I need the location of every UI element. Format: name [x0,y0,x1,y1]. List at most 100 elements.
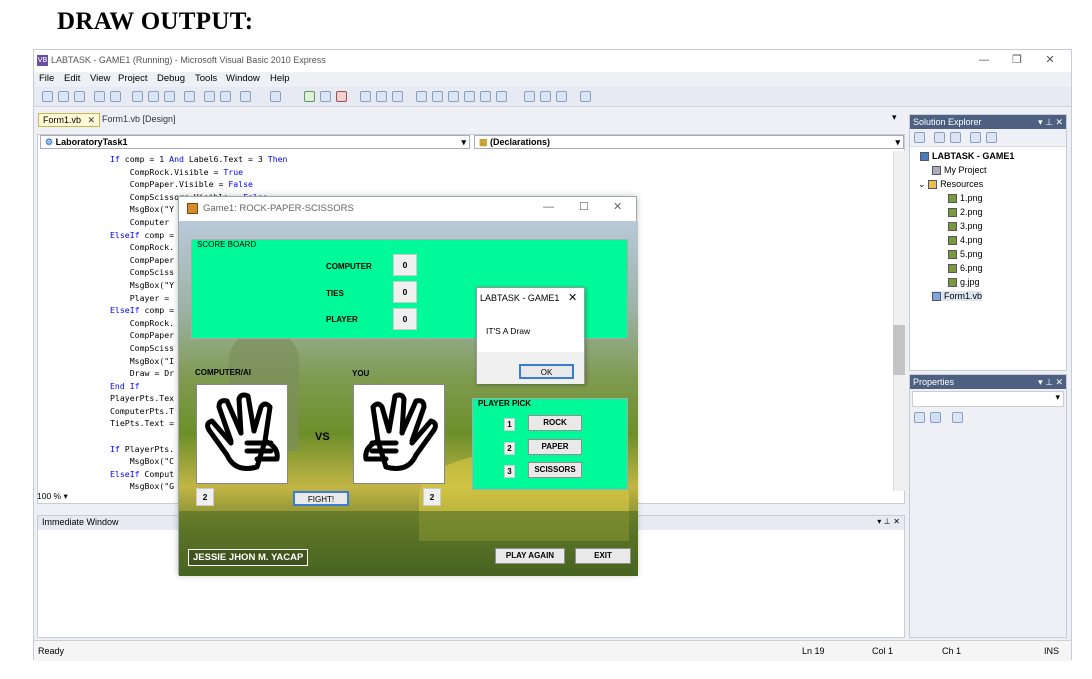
error-list-icon[interactable] [480,91,491,102]
tree-file-5png[interactable]: 5.png [948,249,983,260]
object-browser-icon[interactable] [448,91,459,102]
undo-icon[interactable] [240,91,251,102]
object-selector[interactable]: ▾ [912,391,1064,407]
fight-button[interactable]: FIGHT! [293,491,349,506]
find-icon[interactable] [184,91,195,102]
ok-button[interactable]: OK [519,364,574,379]
tab-close-icon[interactable]: ✕ [88,115,96,125]
view-designer-icon[interactable] [986,132,997,143]
solution-explorer: Solution Explorer ▾ ⊥ ✕ LABTASK - GAME1 … [909,114,1067,371]
tree-file-1png[interactable]: 1.png [948,193,983,204]
menu-debug[interactable]: Debug [157,73,185,84]
paste-icon[interactable] [164,91,175,102]
minimize-icon[interactable]: — [969,53,999,69]
add-item-icon[interactable] [74,91,85,102]
copy-icon[interactable] [148,91,159,102]
zoom-level[interactable]: 100 % ▾ [37,491,68,502]
save-all-icon[interactable] [110,91,121,102]
window-icon[interactable] [540,91,551,102]
solution-explorer-icon[interactable] [416,91,427,102]
tree-file-3png[interactable]: 3.png [948,221,983,232]
paper-hand-icon [363,392,438,471]
status-col: Col 1 [872,646,894,656]
categorized-icon[interactable] [914,412,925,423]
menu-view[interactable]: View [90,73,110,84]
close-icon[interactable]: ✕ [1035,53,1065,69]
output-icon[interactable] [496,91,507,102]
image-file-icon [948,264,957,274]
redo-icon[interactable] [270,91,281,102]
view-code-icon[interactable] [970,132,981,143]
minimize-icon[interactable]: — [543,201,554,213]
game-background: SCORE BOARD COMPUTER 0 TIES 0 PLAYER 0 C… [179,221,638,576]
close-icon[interactable]: ✕ [613,200,622,213]
cut-icon[interactable] [132,91,143,102]
menu-file[interactable]: File [39,73,54,84]
restore-icon[interactable]: ❐ [1002,53,1032,69]
chevron-down-icon: ⌄ [918,179,926,189]
alphabetical-icon[interactable] [930,412,941,423]
toolbar [34,87,1071,107]
player-hand-box [353,384,445,484]
menu-edit[interactable]: Edit [64,73,80,84]
tree-my-project[interactable]: My Project [932,165,987,176]
tab-form1-design[interactable]: Form1.vb [Design] [98,113,180,127]
properties-icon[interactable] [914,132,925,143]
ties-score: 0 [393,281,417,303]
tree-file-2png[interactable]: 2.png [948,207,983,218]
refresh-icon[interactable] [950,132,961,143]
panel-pin-icon[interactable]: ▾ ⊥ ✕ [877,517,900,526]
scrollbar-thumb[interactable] [893,325,905,375]
scoreboard-title: SCORE BOARD [197,240,257,249]
panel-pin-icon[interactable]: ▾ ⊥ ✕ [1038,117,1063,128]
open-icon[interactable] [58,91,69,102]
close-icon[interactable]: ✕ [568,291,577,304]
class-dropdown[interactable]: ⚙ LaboratoryTask1 ▾ [40,135,470,149]
navigate-icon[interactable] [524,91,535,102]
tab-form1-code[interactable]: Form1.vb ✕ [38,113,101,127]
rock-button[interactable]: ROCK [528,415,582,431]
exit-button[interactable]: EXIT [575,548,631,564]
step-out-icon[interactable] [392,91,403,102]
tab-dropdown-icon[interactable]: ▾ [892,113,897,123]
maximize-icon[interactable]: ☐ [579,200,589,213]
start-debug-icon[interactable] [304,91,315,102]
status-bar: Ready Ln 19 Col 1 Ch 1 INS [34,640,1071,661]
show-all-files-icon[interactable] [934,132,945,143]
scissors-button[interactable]: SCISSORS [528,462,582,478]
ground-shape [179,511,638,576]
break-icon[interactable] [320,91,331,102]
player-pick-title: PLAYER PICK [478,399,532,408]
tree-file-gjpg[interactable]: g.jpg [948,277,980,288]
immediate-icon[interactable] [556,91,567,102]
comment-icon[interactable] [204,91,215,102]
menu-window[interactable]: Window [226,73,260,84]
paper-button[interactable]: PAPER [528,439,582,455]
tree-resources[interactable]: ⌄ Resources [918,179,983,190]
editor-scrollbar[interactable] [893,151,905,491]
stop-debug-icon[interactable] [336,91,347,102]
uncomment-icon[interactable] [220,91,231,102]
play-again-button[interactable]: PLAY AGAIN [495,548,565,564]
tree-project[interactable]: LABTASK - GAME1 [920,151,1014,162]
save-icon[interactable] [94,91,105,102]
options-icon[interactable] [580,91,591,102]
step-into-icon[interactable] [360,91,371,102]
menu-project[interactable]: Project [118,73,148,84]
menu-tools[interactable]: Tools [195,73,217,84]
panel-pin-icon[interactable]: ▾ ⊥ ✕ [1038,377,1063,388]
toolbox-icon[interactable] [464,91,475,102]
new-project-icon[interactable] [42,91,53,102]
step-over-icon[interactable] [376,91,387,102]
game-titlebar: Game1: ROCK-PAPER-SCISSORS — ☐ ✕ [179,197,636,221]
tree-file-6png[interactable]: 6.png [948,263,983,274]
tree-form1[interactable]: Form1.vb [932,291,983,302]
property-pages-icon[interactable] [952,412,963,423]
computer-hand-box [196,384,288,484]
paper-hand-icon [205,392,280,471]
image-file-icon [948,278,957,288]
menu-help[interactable]: Help [270,73,290,84]
properties-icon[interactable] [432,91,443,102]
tree-file-4png[interactable]: 4.png [948,235,983,246]
method-dropdown[interactable]: ▦ (Declarations) ▾ [474,135,904,149]
